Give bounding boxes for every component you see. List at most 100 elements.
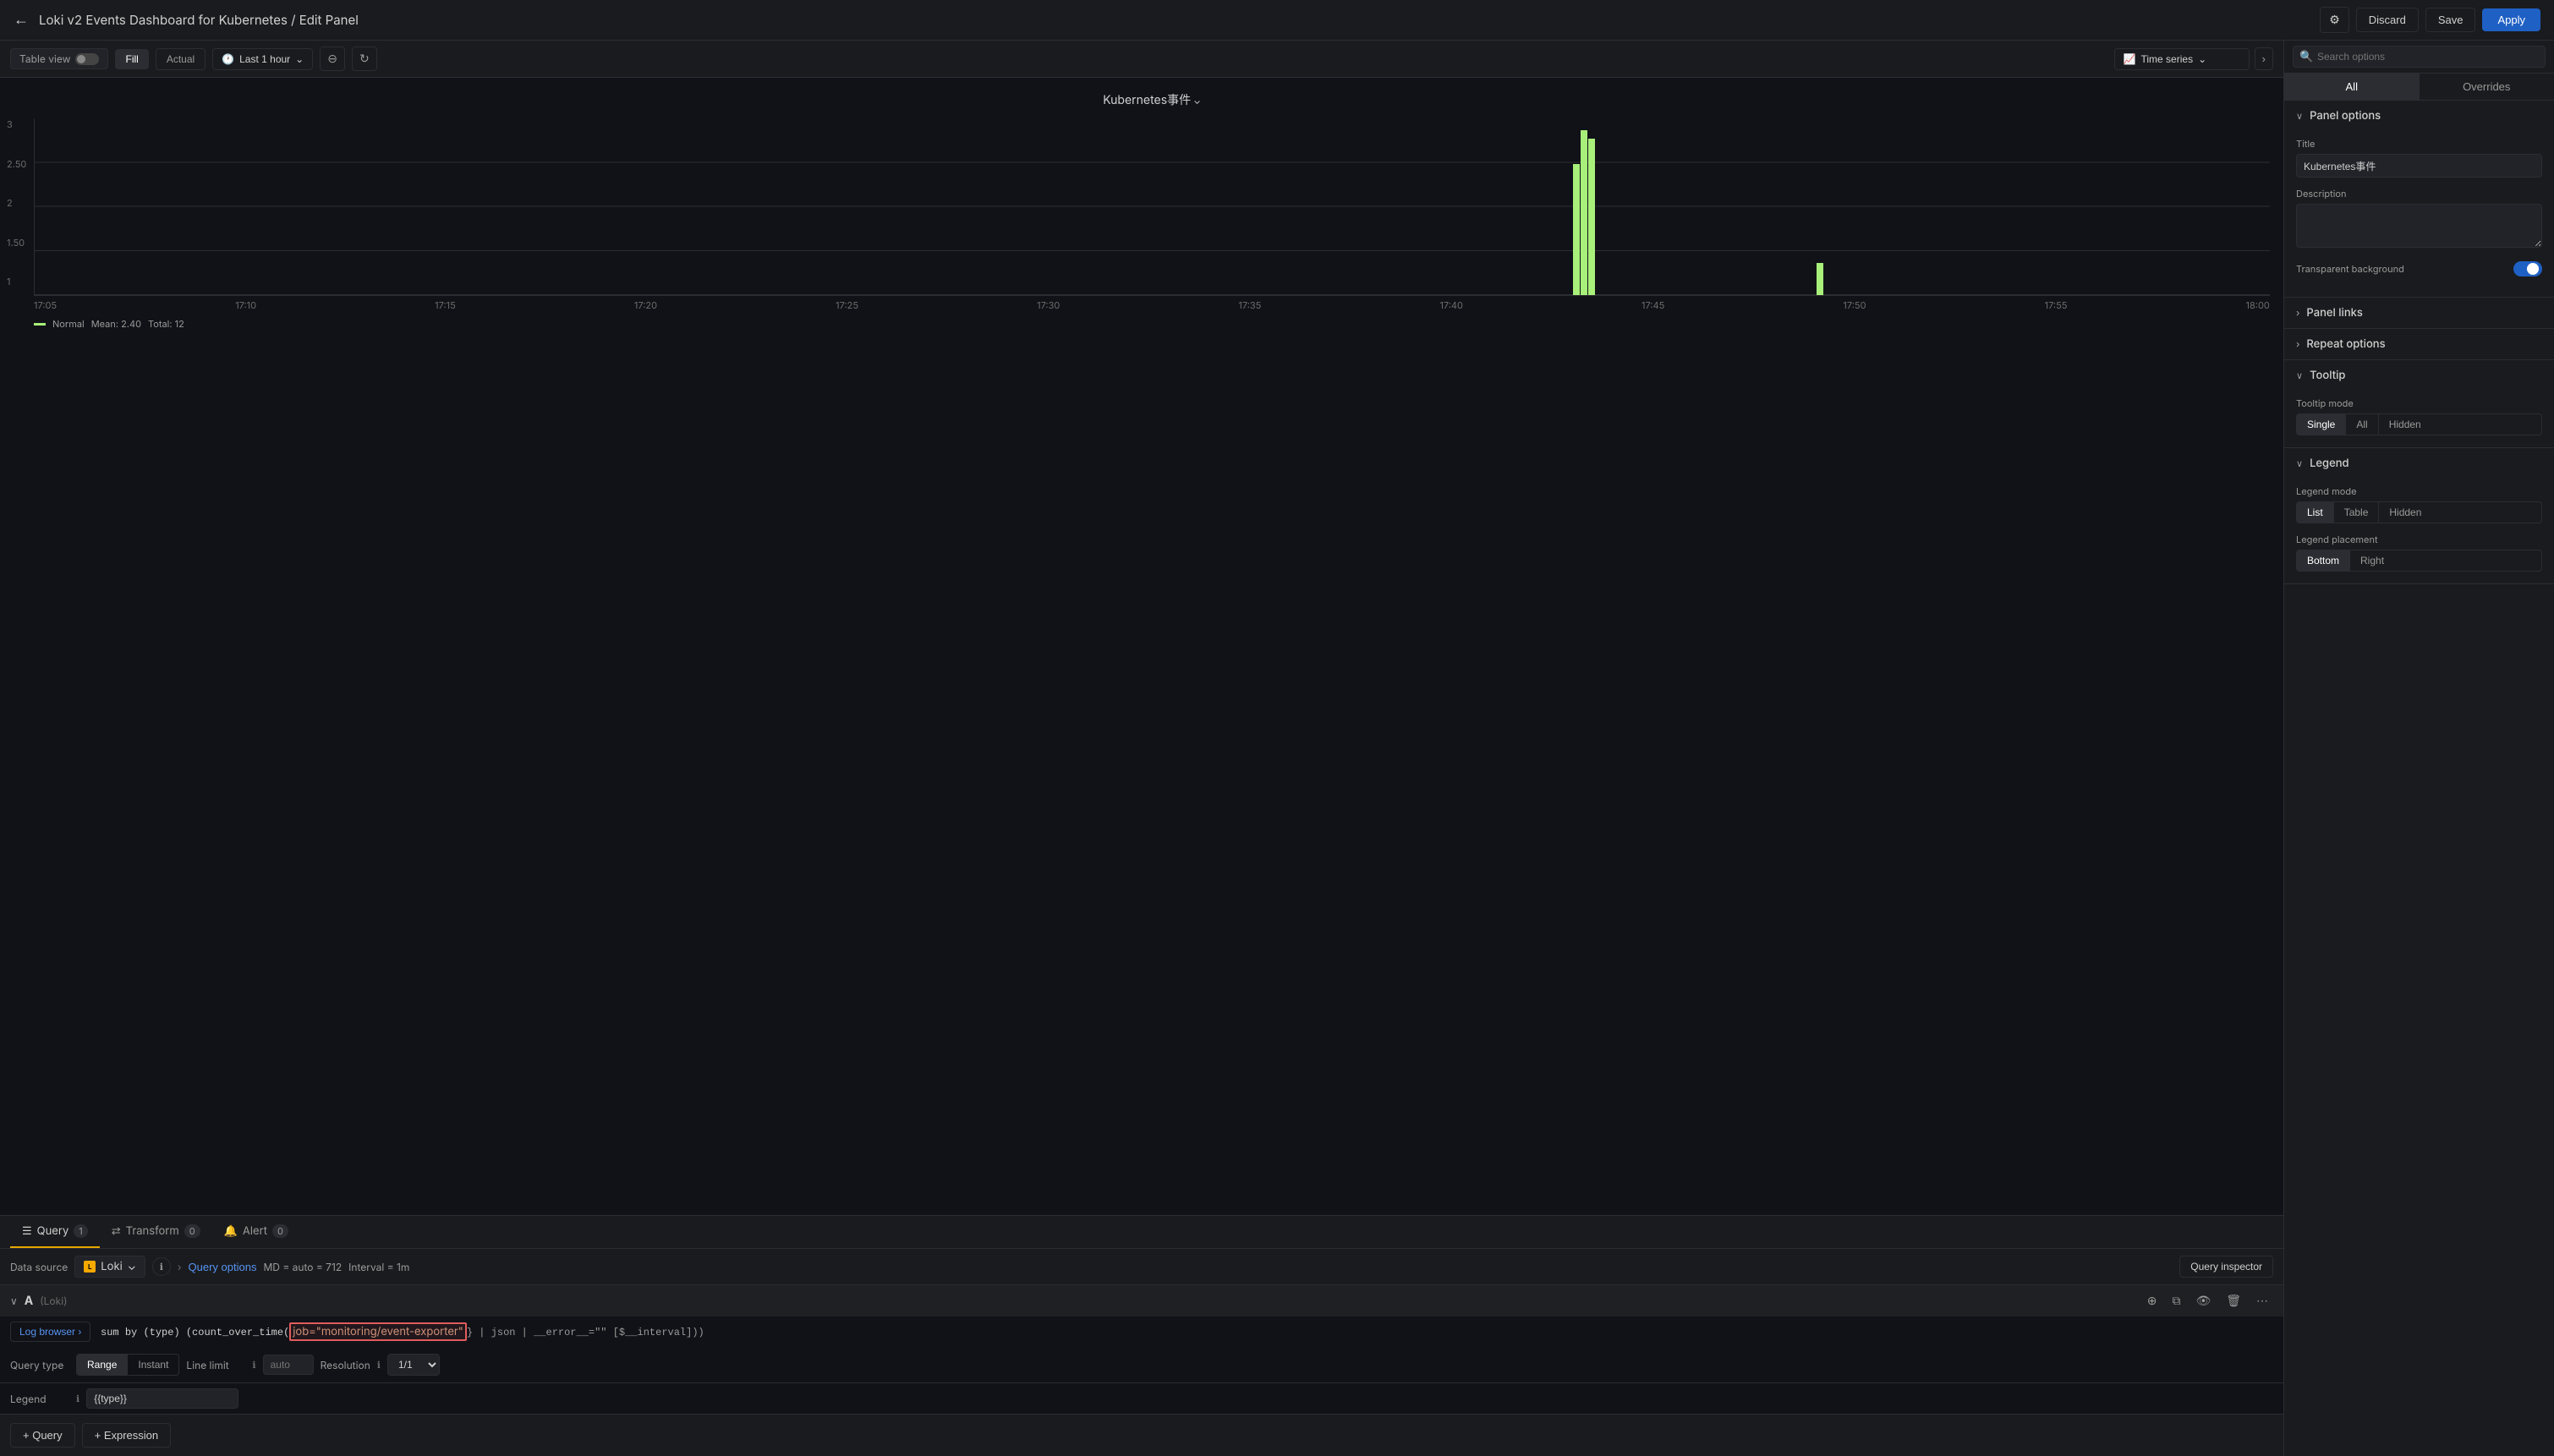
right-panel: 🔍 All Overrides ∨ Panel options Title De… — [2283, 41, 2554, 1456]
line-limit-input[interactable] — [263, 1355, 314, 1375]
viz-expand-button[interactable]: › — [2255, 47, 2273, 70]
viz-toolbar-left: Table view Fill Actual 🕐 Last 1 hour ⌄ ⊖… — [10, 47, 377, 71]
query-tabs: ☰ Query 1 ⇄ Transform 0 🔔 Alert 0 — [0, 1216, 2283, 1249]
datasource-selector[interactable]: L Loki ⌄ — [74, 1256, 145, 1278]
legend-total: Total: 12 — [148, 318, 184, 330]
transparent-bg-label: Transparent background — [2296, 263, 2404, 275]
query-delete-button[interactable]: 🗑 — [2221, 1292, 2246, 1310]
center-panel: Table view Fill Actual 🕐 Last 1 hour ⌄ ⊖… — [0, 41, 2283, 1456]
query-more-button[interactable]: ⋯ — [2251, 1292, 2273, 1310]
bar-group-17-50 — [1817, 263, 1823, 295]
legend-row: Legend ℹ — [0, 1382, 2283, 1414]
section-tooltip: ∨ Tooltip Tooltip mode Single All Hidden — [2284, 360, 2554, 448]
viz-type-label: Time series — [2141, 53, 2194, 65]
resolution-label: Resolution — [321, 1359, 370, 1371]
alert-tab-label: Alert — [243, 1224, 267, 1238]
apply-button[interactable]: Apply — [2482, 8, 2540, 31]
tab-transform[interactable]: ⇄ Transform 0 — [100, 1216, 212, 1248]
panel-links-header[interactable]: › Panel links — [2284, 298, 2554, 328]
query-letter: A — [25, 1294, 33, 1308]
legend-placement-bottom[interactable]: Bottom — [2297, 550, 2350, 571]
query-visibility-button[interactable]: 👁 — [2190, 1292, 2216, 1310]
viz-toolbar-right: 📈 Time series ⌄ › — [2114, 47, 2273, 70]
legend-mode-list[interactable]: List — [2297, 502, 2334, 523]
query-copy-button[interactable]: ⧉ — [2167, 1292, 2185, 1310]
panel-options-header[interactable]: ∨ Panel options — [2284, 101, 2554, 131]
table-view-toggle[interactable]: Table view — [10, 48, 108, 69]
back-button[interactable]: ← — [14, 11, 29, 29]
resolution-info-icon: ℹ — [377, 1359, 381, 1371]
line-limit-info-icon: ℹ — [252, 1359, 255, 1371]
tooltip-header[interactable]: ∨ Tooltip — [2284, 360, 2554, 391]
transform-tab-badge: 0 — [184, 1224, 200, 1238]
actual-button[interactable]: Actual — [156, 48, 206, 70]
title-field-input[interactable] — [2296, 154, 2542, 178]
transparent-bg-toggle[interactable] — [2513, 261, 2542, 276]
repeat-options-title: Repeat options — [2306, 337, 2385, 351]
tooltip-hidden[interactable]: Hidden — [2379, 414, 2431, 435]
query-source-label: (Loki) — [40, 1295, 67, 1307]
zoom-button[interactable]: ⊖ — [320, 47, 345, 71]
datasource-info-button[interactable]: ℹ — [152, 1257, 171, 1276]
refresh-button[interactable]: ↻ — [352, 47, 377, 71]
query-share-button[interactable]: ⊕ — [2142, 1292, 2162, 1310]
panel-title[interactable]: Kubernetes事件 — [34, 91, 2270, 108]
query-tab-icon: ☰ — [22, 1224, 32, 1238]
transparent-bg-row: Transparent background — [2296, 261, 2542, 276]
discard-button[interactable]: Discard — [2356, 8, 2419, 32]
tab-query[interactable]: ☰ Query 1 — [10, 1216, 100, 1248]
query-collapse-button[interactable]: ∨ — [10, 1295, 18, 1307]
query-type-instant[interactable]: Instant — [128, 1355, 178, 1375]
query-tab-label: Query — [37, 1224, 69, 1238]
add-query-button[interactable]: + Query — [10, 1423, 75, 1448]
repeat-options-chevron: › — [2296, 338, 2299, 350]
x-label-1705: 17:05 — [34, 299, 57, 311]
legend-input[interactable] — [86, 1388, 238, 1409]
viz-type-selector[interactable]: 📈 Time series ⌄ — [2114, 48, 2250, 70]
panel-options-body: Title Description Transparent background — [2284, 131, 2554, 297]
resolution-select[interactable]: 1/1 1/2 1/4 1/10 — [387, 1354, 440, 1376]
y-axis-2-50: 2.50 — [7, 158, 26, 170]
search-options-input[interactable] — [2293, 46, 2546, 68]
query-row-actions: ⊕ ⧉ 👁 🗑 ⋯ — [2142, 1292, 2273, 1310]
query-options-button[interactable]: Query options — [189, 1261, 257, 1273]
tooltip-all[interactable]: All — [2346, 414, 2378, 435]
legend-mode-label: Legend mode — [2296, 485, 2542, 497]
query-type-range[interactable]: Range — [77, 1355, 128, 1375]
tab-alert[interactable]: 🔔 Alert 0 — [212, 1216, 300, 1248]
legend-placement-label: Legend placement — [2296, 534, 2542, 545]
query-row-header: ∨ A (Loki) ⊕ ⧉ 👁 🗑 ⋯ — [0, 1285, 2283, 1316]
time-range-label: Last 1 hour — [239, 53, 290, 65]
legend-mean: Mean: 2.40 — [91, 318, 141, 330]
save-button[interactable]: Save — [2425, 8, 2476, 32]
description-field-textarea[interactable] — [2296, 204, 2542, 248]
time-range-button[interactable]: 🕐 Last 1 hour ⌄ — [212, 48, 313, 70]
main-layout: Table view Fill Actual 🕐 Last 1 hour ⌄ ⊖… — [0, 41, 2554, 1456]
legend-section-header[interactable]: ∨ Legend — [2284, 448, 2554, 479]
legend-mode-table[interactable]: Table — [2334, 502, 2380, 523]
viz-toolbar: Table view Fill Actual 🕐 Last 1 hour ⌄ ⊖… — [0, 41, 2283, 78]
x-label-1740: 17:40 — [1439, 299, 1463, 311]
tab-overrides[interactable]: Overrides — [2420, 74, 2554, 100]
query-type-group: Range Instant — [76, 1354, 179, 1376]
tab-all[interactable]: All — [2284, 74, 2420, 100]
repeat-options-header[interactable]: › Repeat options — [2284, 329, 2554, 359]
settings-button[interactable]: ⚙ — [2320, 7, 2349, 33]
query-inspector-button[interactable]: Query inspector — [2179, 1256, 2273, 1278]
add-expression-button[interactable]: + Expression — [82, 1423, 172, 1448]
fill-button[interactable]: Fill — [115, 49, 148, 69]
query-highlight-box[interactable]: job="monitoring/event-exporter" — [289, 1322, 467, 1341]
right-panel-tab-row: All Overrides — [2284, 74, 2554, 101]
chart-area: Kubernetes事件 3 2.50 2 1.50 1 — [0, 78, 2283, 1215]
legend-info-icon: ℹ — [76, 1393, 79, 1404]
y-axis-3: 3 — [7, 118, 26, 130]
description-field-label: Description — [2296, 188, 2542, 200]
x-axis: 17:05 17:10 17:15 17:20 17:25 17:30 17:3… — [34, 296, 2270, 311]
legend-section-title: Legend — [2310, 457, 2349, 470]
datasource-bar: Data source L Loki ⌄ ℹ › Query options M… — [0, 1249, 2283, 1285]
legend-placement-right[interactable]: Right — [2350, 550, 2394, 571]
log-browser-button[interactable]: Log browser › — [10, 1322, 90, 1342]
table-view-switch[interactable] — [75, 53, 99, 65]
tooltip-single[interactable]: Single — [2297, 414, 2346, 435]
legend-mode-hidden[interactable]: Hidden — [2379, 502, 2431, 523]
